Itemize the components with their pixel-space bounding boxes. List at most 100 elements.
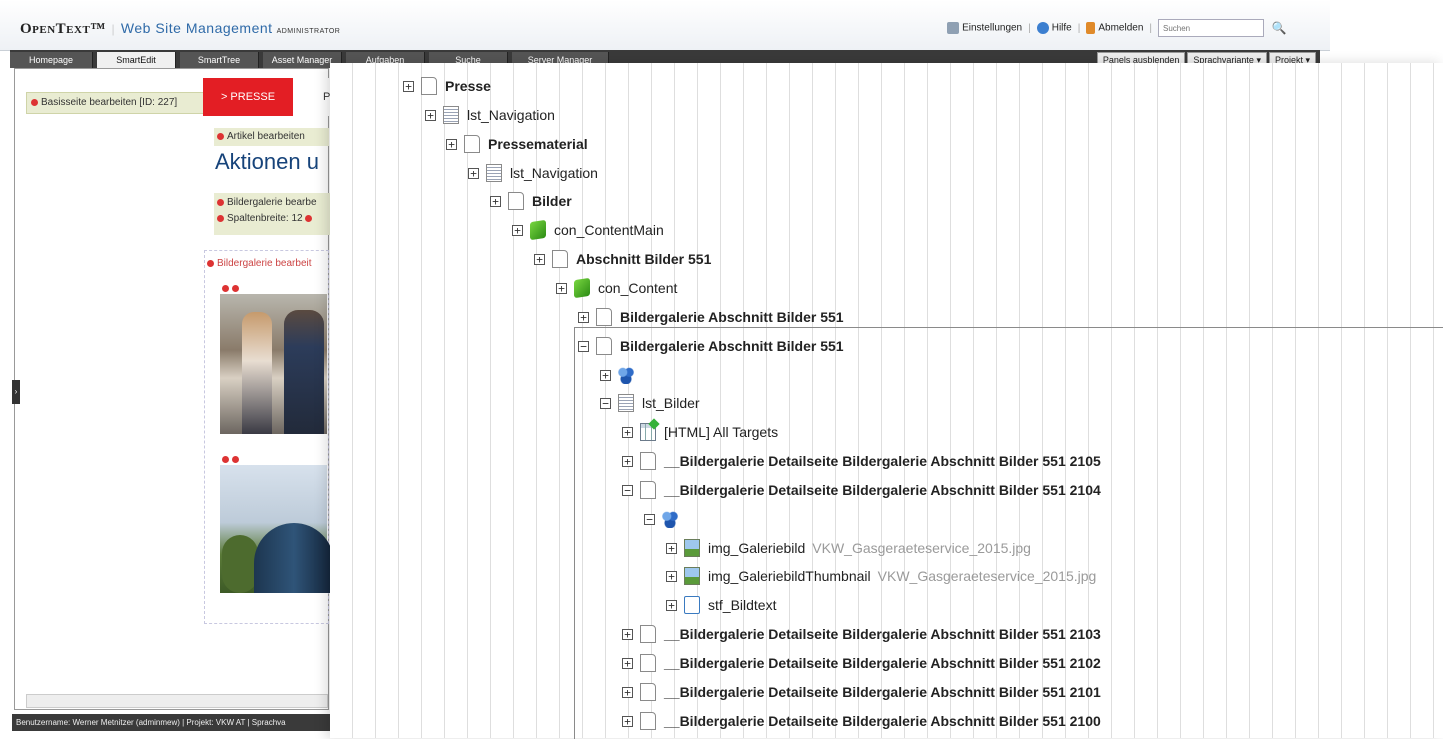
tree-node-label: stf_Bildtext xyxy=(708,597,777,613)
tree-node[interactable]: + xyxy=(600,362,642,388)
list-icon xyxy=(443,106,459,124)
page-icon xyxy=(421,77,437,95)
tree-node-label: img_Galeriebild xyxy=(708,540,806,556)
tree-node[interactable]: + lst_Navigation xyxy=(425,102,555,128)
expand-icon[interactable]: + xyxy=(666,570,677,582)
tree-node[interactable]: + img_Galeriebild VKW_Gasgeraeteservice_20… xyxy=(666,535,1031,561)
tree-node-label: con_Content xyxy=(598,280,678,296)
tree-node[interactable]: + Bildergalerie Abschnitt Bilder 551 xyxy=(578,304,844,330)
tree-node[interactable]: + img_GaleriebildThumbnail VKW_Gasgeraetes… xyxy=(666,563,1096,589)
tree-node-label: img_GaleriebildThumbnail xyxy=(708,568,871,584)
tree-node[interactable]: + __Bildergalerie Detailseite Bildergaler… xyxy=(622,708,1101,734)
collapse-icon[interactable]: − xyxy=(644,513,655,525)
page-icon xyxy=(596,337,612,355)
base-page-edit[interactable]: Basisseite bearbeiten [ID: 227] xyxy=(26,92,208,114)
header-links: Einstellungen | Hilfe | Abmelden | 🔍 xyxy=(947,19,1288,37)
tree-node[interactable]: + __Bildergalerie Detailseite Bildergaler… xyxy=(622,679,1101,705)
list-icon xyxy=(486,164,502,182)
tree-node[interactable]: + Bilder xyxy=(490,188,572,214)
tree-node-label: __Bildergalerie Detailseite Bildergaleri… xyxy=(664,655,1101,671)
gallery-photo-people xyxy=(220,294,327,434)
tree-node[interactable]: + stf_Bildtext xyxy=(666,592,776,618)
tree-node[interactable]: + Pressematerial xyxy=(446,131,588,157)
image-icon xyxy=(684,539,700,557)
tree-node-label: Abschnitt Bilder 551 xyxy=(576,251,712,267)
expand-icon[interactable]: + xyxy=(512,224,523,236)
expand-icon[interactable]: + xyxy=(468,167,479,179)
help-link[interactable]: Hilfe xyxy=(1036,22,1072,34)
tree-node[interactable]: + con_ContentMain xyxy=(512,217,664,243)
tree-node-label: Bildergalerie Abschnitt Bilder 551 xyxy=(620,309,844,325)
search-input[interactable] xyxy=(1158,19,1264,37)
tree-node-label: __Bildergalerie Detailseite Bildergaleri… xyxy=(664,482,1101,498)
expand-icon[interactable]: + xyxy=(622,455,633,467)
role-label: ADMINISTRATOR xyxy=(276,28,341,35)
logo: OpenText™ | Web Site Management ADMINISTRAT… xyxy=(20,20,341,37)
tree-node[interactable]: − Bildergalerie Abschnitt Bilder 551 xyxy=(578,333,844,359)
nav-presse-tab[interactable]: > PRESSE xyxy=(203,78,293,116)
target-icon xyxy=(640,423,656,441)
page-icon xyxy=(640,654,656,672)
tree-node[interactable]: + [HTML] All Targets xyxy=(622,419,778,445)
tree-node[interactable]: + Presse xyxy=(403,73,491,99)
tree-node[interactable]: + Abschnitt Bilder 551 xyxy=(534,246,711,272)
expand-icon[interactable]: + xyxy=(490,195,501,207)
settings-icon xyxy=(947,22,960,34)
tree-node-label: lst_Navigation xyxy=(467,107,555,123)
expand-icon[interactable]: + xyxy=(403,80,414,92)
expand-icon[interactable]: + xyxy=(622,426,633,438)
container-icon xyxy=(530,219,546,241)
text-icon xyxy=(684,596,700,614)
tree-node[interactable]: − __Bildergalerie Detailseite Bildergaler… xyxy=(622,477,1101,503)
tree-node[interactable]: + __Bildergalerie Detailseite Bildergaler… xyxy=(622,650,1101,676)
edit-bullet-icon xyxy=(31,98,38,106)
tree-node[interactable]: − xyxy=(644,506,686,532)
tab-smartedit[interactable]: SmartEdit xyxy=(97,52,176,68)
expand-icon[interactable]: + xyxy=(600,369,611,381)
elements-icon xyxy=(618,366,634,384)
expand-icon[interactable]: + xyxy=(425,109,436,121)
page-icon xyxy=(640,712,656,730)
gallery-edit-link[interactable]: Bildergalerie bearbeit xyxy=(207,258,325,269)
tree-node-filename: VKW_Gasgeraeteservice_2015.jpg xyxy=(877,568,1097,584)
collapse-icon[interactable]: − xyxy=(600,397,611,409)
expand-icon[interactable]: + xyxy=(578,311,589,323)
tree-node[interactable]: + __Bildergalerie Detailseite Bildergaler… xyxy=(622,621,1101,647)
product-name: Web Site Management xyxy=(120,20,273,36)
expand-icon[interactable]: + xyxy=(622,715,633,727)
search-icon[interactable]: 🔍 xyxy=(1270,19,1288,37)
expand-icon[interactable]: + xyxy=(622,628,633,640)
collapse-icon[interactable]: − xyxy=(578,340,589,352)
expand-icon[interactable]: + xyxy=(556,282,567,294)
expand-icon[interactable]: + xyxy=(666,542,677,554)
edit-article-button[interactable]: Artikel bearbeiten xyxy=(214,128,329,146)
panel-toggle-handle[interactable]: › xyxy=(12,380,20,404)
page-icon xyxy=(640,625,656,643)
tree-node-label: __Bildergalerie Detailseite Bildergaleri… xyxy=(664,453,1101,469)
top-header: OpenText™ | Web Site Management ADMINISTRAT… xyxy=(0,0,1330,51)
expand-icon[interactable]: + xyxy=(534,253,545,265)
expand-icon[interactable]: + xyxy=(666,599,677,611)
tree-node[interactable]: + con_Content xyxy=(556,275,677,301)
settings-link[interactable]: Einstellungen xyxy=(947,22,1022,34)
page-icon xyxy=(596,308,612,326)
list-icon xyxy=(618,394,634,412)
expand-icon[interactable]: + xyxy=(622,686,633,698)
tree-node[interactable]: − lst_Bilder xyxy=(600,390,700,416)
page-icon xyxy=(464,135,480,153)
gallery-edit-box[interactable]: Bildergalerie bearbe Spaltenbreite: 12 xyxy=(214,193,332,235)
horizontal-scrollbar[interactable] xyxy=(26,694,328,708)
tab-smarttree[interactable]: SmartTree xyxy=(180,52,259,68)
logout-link[interactable]: Abmelden xyxy=(1086,22,1143,34)
edit-bullet-icon xyxy=(305,214,313,222)
tree-node-label: __Bildergalerie Detailseite Bildergaleri… xyxy=(664,684,1101,700)
tree-node[interactable]: + lst_Navigation xyxy=(468,160,598,186)
expand-icon[interactable]: + xyxy=(622,657,633,669)
collapse-icon[interactable]: − xyxy=(622,484,633,496)
tree-node-label: Bildergalerie Abschnitt Bilder 551 xyxy=(620,338,844,354)
tree-node-label: con_ContentMain xyxy=(554,222,664,238)
tab-homepage[interactable]: Homepage xyxy=(10,52,93,68)
edit-bullet-icon xyxy=(207,259,214,267)
expand-icon[interactable]: + xyxy=(446,138,457,150)
tree-node[interactable]: + __Bildergalerie Detailseite Bildergaler… xyxy=(622,448,1101,474)
